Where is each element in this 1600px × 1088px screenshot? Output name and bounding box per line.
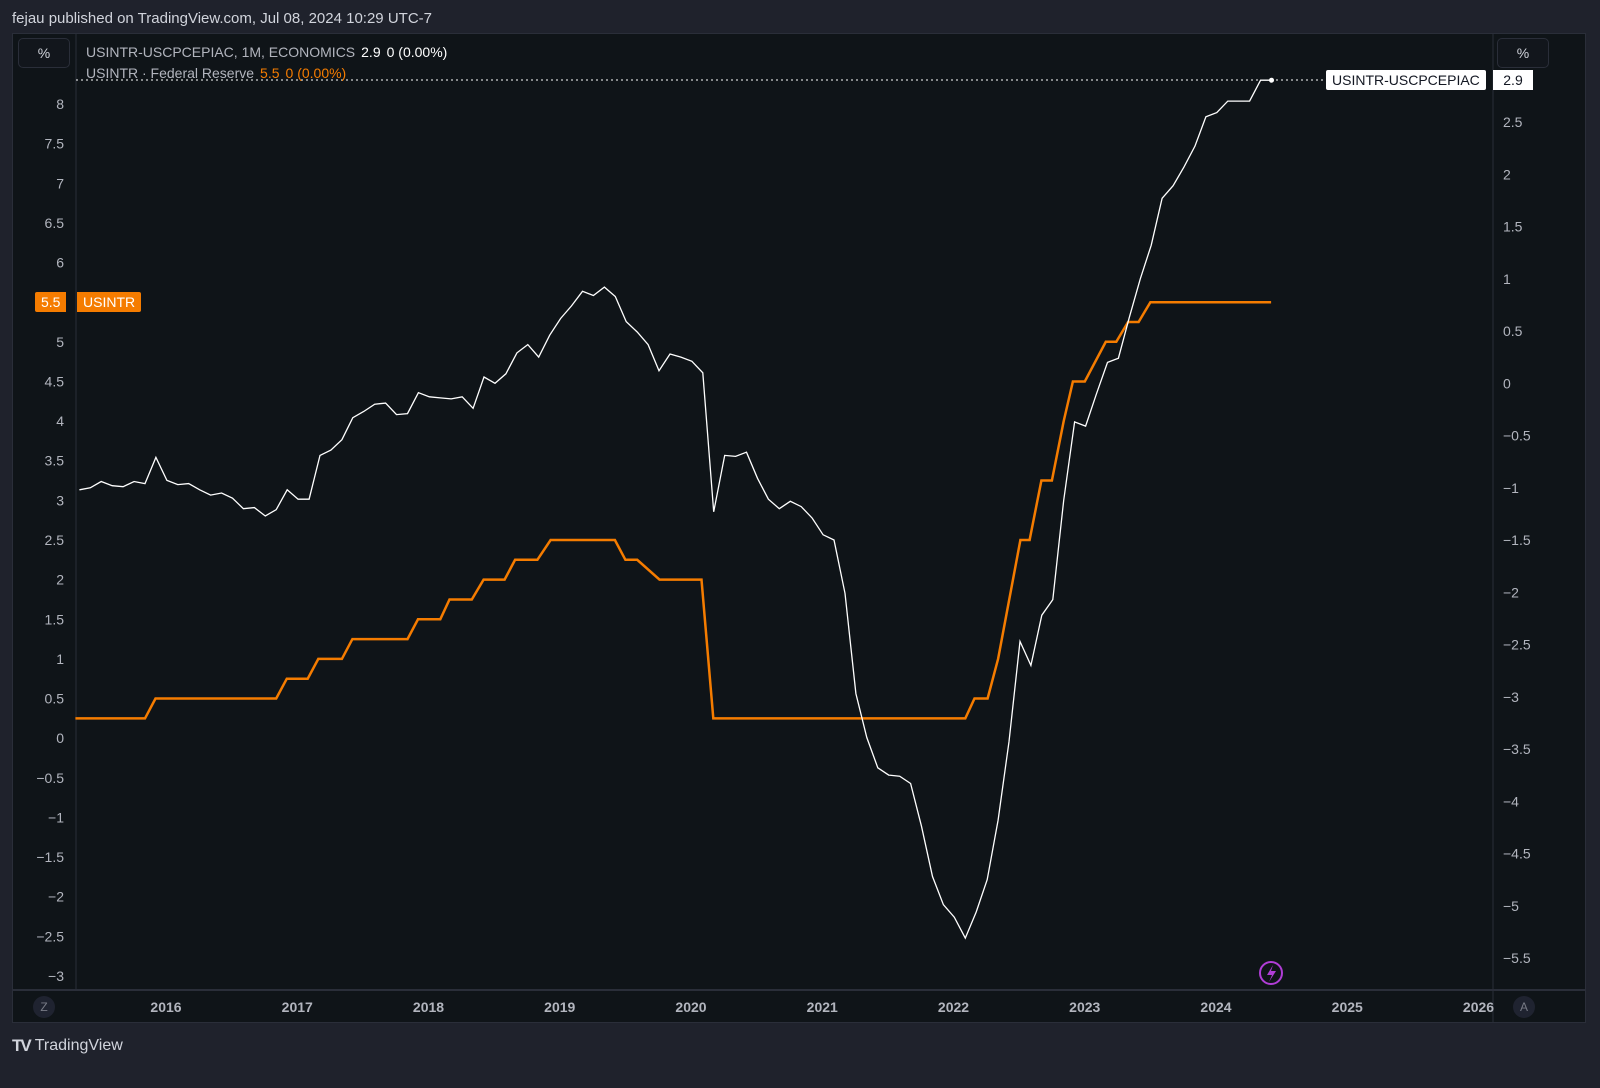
tradingview-logo[interactable]: TV TradingView	[12, 1036, 123, 1056]
left-axis-tick: 7	[56, 175, 64, 191]
right-axis-ticks[interactable]: 2.5 2 1.5 1 0.5 0 −0.5 −1 −1.5 −2 −2.5 −3 −3.5 −4 −4.5…	[1503, 114, 1531, 966]
left-axis-tick: −0.5	[36, 770, 64, 786]
left-axis-tick: 6	[56, 255, 64, 271]
right-axis-tick: −0.5	[1503, 428, 1531, 444]
left-axis-tick: −1.5	[36, 849, 64, 865]
time-axis-tick: 2018	[413, 999, 444, 1015]
right-axis-tick: −3.5	[1503, 741, 1531, 757]
left-scale-percent-button[interactable]: %	[18, 38, 70, 68]
left-price-tag-value: 5.5	[35, 292, 67, 312]
chart-canvas[interactable]: 8 7.5 7 6.5 6 5.5 5 4.5 4 3.5 3 2.5 2 1.5 1 0.5 0 −0.5 −1 −…	[0, 0, 1600, 1088]
time-axis-tick: 2022	[938, 999, 969, 1015]
series-usintr-line[interactable]	[75, 300, 1272, 720]
time-axis-tick: 2026	[1463, 999, 1494, 1015]
time-axis-tick: 2016	[150, 999, 181, 1015]
time-axis-tick: 2017	[282, 999, 313, 1015]
time-axis-tick: 2021	[807, 999, 838, 1015]
left-axis-tick: 3.5	[45, 453, 65, 469]
left-axis-tick: 7.5	[45, 136, 65, 152]
left-axis-tick: 2.5	[45, 532, 65, 548]
left-axis-tick: 0	[56, 730, 64, 746]
time-axis-tick: 2025	[1332, 999, 1363, 1015]
right-axis-tick: −2	[1503, 584, 1519, 600]
zoom-reset-button[interactable]: Z	[33, 996, 55, 1018]
right-axis-tick: −1	[1503, 480, 1519, 496]
time-axis-tick: 2023	[1069, 999, 1100, 1015]
right-axis-tick: −5	[1503, 898, 1519, 914]
right-axis-tick: 0	[1503, 375, 1511, 391]
right-price-tag-value: 2.9	[1493, 70, 1533, 90]
left-axis-tick: 3	[56, 492, 64, 508]
tradingview-logo-icon: TV	[12, 1036, 32, 1055]
legend-series1-value: 2.9	[361, 44, 381, 60]
series-usintr-uscpcepiac-line[interactable]	[79, 79, 1272, 940]
last-point-marker	[1269, 77, 1275, 83]
tradingview-brand: TradingView	[34, 1037, 123, 1054]
time-axis-tick: 2020	[675, 999, 706, 1015]
left-axis-ticks[interactable]: 8 7.5 7 6.5 6 5.5 5 4.5 4 3.5 3 2.5 2 1.5 1 0.5 0 −0.5 −1 −…	[36, 96, 64, 984]
legend-series2[interactable]: USINTR · Federal Reserve 5.5 0 (0.00%)	[86, 65, 346, 81]
left-axis-tick: 6.5	[45, 215, 65, 231]
right-axis-tick: 2	[1503, 166, 1511, 182]
left-axis-tick: 4	[56, 413, 64, 429]
auto-scale-button[interactable]: A	[1513, 996, 1535, 1018]
right-axis-tick: −4.5	[1503, 846, 1531, 862]
right-scale-percent-button[interactable]: %	[1497, 38, 1549, 68]
right-axis-tick: −5.5	[1503, 950, 1531, 966]
legend-series1[interactable]: USINTR-USCPCEPIAC, 1M, ECONOMICS 2.9 0 (0.…	[86, 44, 447, 60]
left-axis-tick: 1	[56, 651, 64, 667]
left-axis-tick: 0.5	[45, 691, 65, 707]
left-axis-tick: −2	[48, 889, 64, 905]
right-axis-tick: 2.5	[1503, 114, 1523, 130]
left-axis-tick: 8	[56, 96, 64, 112]
right-axis-tick: 0.5	[1503, 323, 1523, 339]
left-axis-tick: −3	[48, 968, 64, 984]
right-price-tag-name: USINTR-USCPCEPIAC	[1326, 70, 1486, 90]
right-axis-tick: −2.5	[1503, 637, 1531, 653]
legend-series2-change: 0 (0.00%)	[285, 65, 347, 81]
time-axis-tick: 2024	[1200, 999, 1231, 1015]
legend-series1-change: 0 (0.00%)	[386, 44, 448, 60]
left-axis-tick: −2.5	[36, 928, 64, 944]
right-axis-tick: 1.5	[1503, 219, 1523, 235]
right-axis-tick: 1	[1503, 271, 1511, 287]
right-axis-tick: −4	[1503, 793, 1519, 809]
event-lightning-icon[interactable]	[1259, 961, 1283, 985]
left-axis-tick: 5	[56, 334, 64, 350]
left-axis-tick: −1	[48, 809, 64, 825]
time-axis-tick: 2019	[544, 999, 575, 1015]
legend-series2-value: 5.5	[260, 65, 280, 81]
left-axis-tick: 1.5	[45, 611, 65, 627]
time-axis-ticks[interactable]: 2016 2017 2018 2019 2020 2021 2022 2023 2024 2025…	[150, 999, 1494, 1015]
left-price-tag-name: USINTR	[77, 292, 142, 312]
left-axis-tick: 4.5	[45, 373, 65, 389]
right-axis-tick: −1.5	[1503, 532, 1531, 548]
legend-series2-name: USINTR · Federal Reserve	[86, 65, 255, 81]
left-axis-tick: 2	[56, 572, 64, 588]
right-axis-tick: −3	[1503, 689, 1519, 705]
legend-series1-name: USINTR-USCPCEPIAC, 1M, ECONOMICS	[86, 44, 356, 60]
